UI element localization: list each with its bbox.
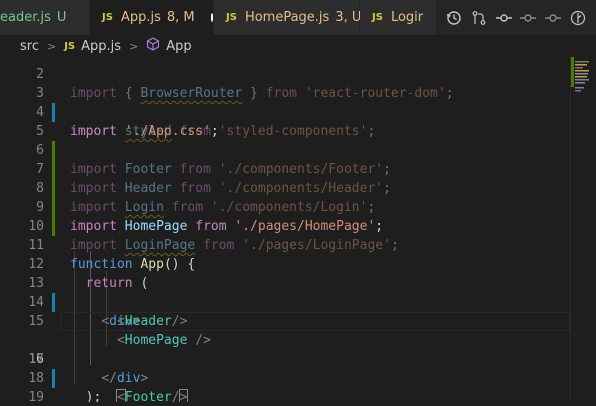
- tab-label: eader.js: [0, 10, 51, 25]
- js-file-icon: JS: [102, 12, 113, 23]
- breadcrumb: src > JS App.js > App: [0, 35, 596, 57]
- code-line[interactable]: 14 <Header/>: [0, 274, 570, 329]
- chevron-right-icon: >: [46, 39, 57, 53]
- breadcrumb-folder[interactable]: src: [20, 39, 39, 54]
- tab-label: App.js: [120, 10, 161, 25]
- js-file-icon: JS: [226, 12, 237, 23]
- cube-icon: [146, 37, 160, 55]
- tab-status: 3, U: [335, 10, 362, 25]
- git-compare-icon[interactable]: [569, 9, 587, 27]
- code-line[interactable]: 18 );: [0, 350, 570, 402]
- tab-label: Logir: [390, 10, 424, 25]
- code-line[interactable]: 7 import Login from './components/Login'…: [0, 141, 570, 215]
- code-line[interactable]: 10: [0, 198, 570, 234]
- code-line[interactable]: 12 return (: [0, 236, 570, 291]
- code-line[interactable]: 9 import LoginPage from './pages/LoginPa…: [0, 179, 570, 253]
- js-file-icon: JS: [372, 12, 383, 23]
- tab-status: U: [56, 10, 67, 25]
- unsaved-dot-icon[interactable]: [210, 13, 213, 22]
- code-line[interactable]: ·: [0, 388, 570, 402]
- code-line[interactable]: 11 function App() {: [0, 217, 570, 272]
- breadcrumb-symbol[interactable]: App: [166, 39, 191, 54]
- code-line-current[interactable]: 16 <Footer/>: [0, 312, 570, 402]
- code-line[interactable]: 4 import './App.css';: [0, 84, 570, 139]
- git-next-icon[interactable]: [544, 9, 562, 27]
- breadcrumb-file[interactable]: App.js: [81, 39, 121, 54]
- tab-homepage-js[interactable]: JS HomePage.js 3, U: [214, 0, 362, 35]
- source-control-icon[interactable]: [470, 9, 488, 27]
- current-line-highlight: [60, 312, 570, 331]
- minimap-preview: [571, 57, 589, 92]
- code-editor[interactable]: 2 import { BrowserRouter } from 'react-r…: [0, 57, 570, 402]
- code-line[interactable]: 3 import styled from 'styled-components'…: [0, 65, 570, 139]
- code-line[interactable]: 17 </div>: [0, 331, 570, 386]
- code-line[interactable]: 19 }: [0, 369, 570, 402]
- code-line[interactable]: 15 <HomePage />: [0, 293, 570, 348]
- timeline-icon[interactable]: [445, 9, 463, 27]
- code-line[interactable]: 5 import Footer from './components/Foote…: [0, 103, 570, 177]
- editor-actions: [436, 0, 596, 35]
- code-line[interactable]: 2 import { BrowserRouter } from 'react-r…: [0, 57, 570, 101]
- git-commit-icon[interactable]: [495, 9, 513, 27]
- git-previous-icon[interactable]: [519, 9, 537, 27]
- tab-bar: eader.js U JS App.js 8, M JS HomePage.js…: [0, 0, 596, 35]
- chevron-right-icon: >: [129, 39, 139, 53]
- tab-status: 8, M: [166, 10, 195, 25]
- code-line[interactable]: 6 import Header from './components/Heade…: [0, 122, 570, 196]
- js-file-icon: JS: [64, 40, 76, 52]
- code-line[interactable]: 13 <div>: [0, 255, 570, 329]
- tab-login[interactable]: JS Logir: [360, 0, 440, 35]
- minimap[interactable]: [570, 57, 596, 402]
- tab-label: HomePage.js: [244, 10, 330, 25]
- code-line[interactable]: 8 import HomePage from './pages/HomePage…: [0, 160, 570, 234]
- tab-header-js[interactable]: eader.js U: [0, 0, 90, 35]
- tab-app-js[interactable]: JS App.js 8, M: [90, 0, 214, 35]
